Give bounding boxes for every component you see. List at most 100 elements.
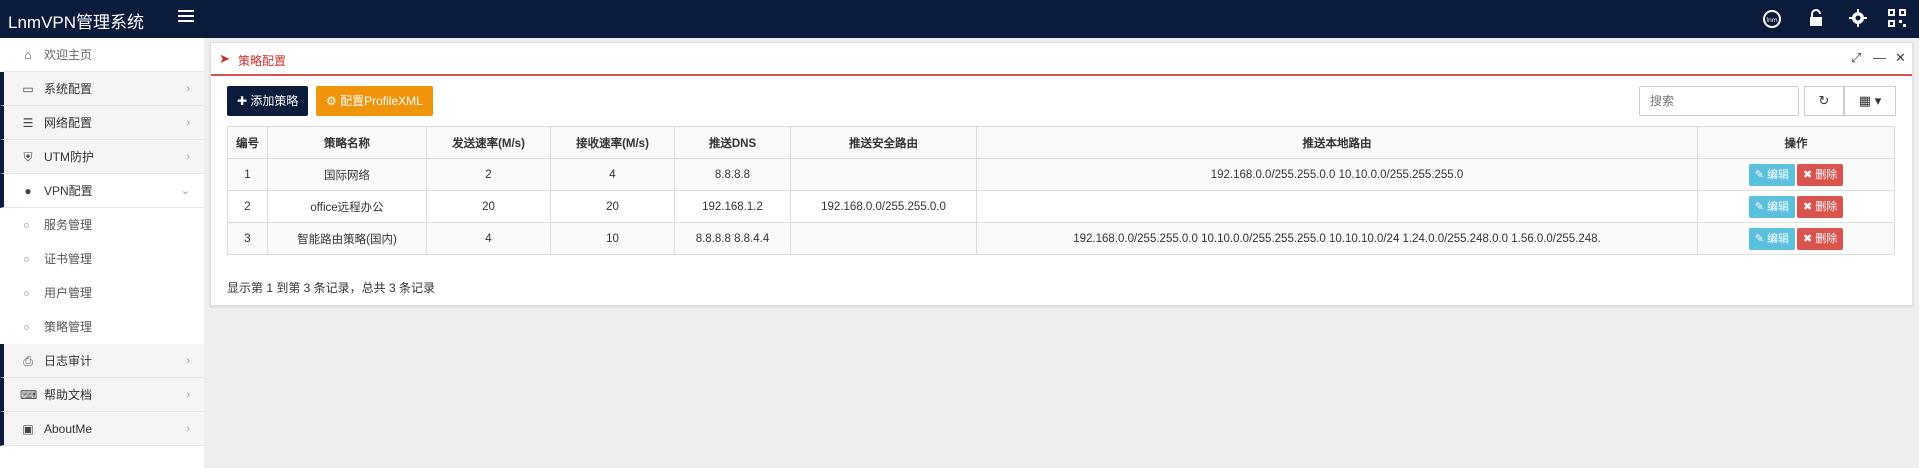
server-icon: ☰ bbox=[22, 116, 34, 130]
profile-xml-button[interactable]: ⚙ 配置ProfileXML bbox=[316, 86, 433, 116]
gear-icon[interactable] bbox=[1849, 9, 1867, 32]
search-input[interactable] bbox=[1639, 86, 1799, 116]
app-brand[interactable]: LnmVPN管理系统 bbox=[8, 8, 144, 33]
refresh-button[interactable]: ↻ bbox=[1804, 86, 1844, 116]
minimize-icon[interactable]: — bbox=[1873, 50, 1886, 65]
grid-icon: ▦ bbox=[1858, 93, 1872, 108]
columns-button[interactable]: ▦ ▾ bbox=[1844, 86, 1896, 116]
delete-button[interactable]: ✖ 删除 bbox=[1797, 227, 1844, 250]
cell-dns: 8.8.8.8 8.8.4.4 bbox=[674, 222, 791, 255]
pagination-summary: 显示第 1 到第 3 条记录，总共 3 条记录 bbox=[227, 281, 436, 295]
cell-send-rate: 20 bbox=[426, 190, 551, 223]
sidebar-item-log[interactable]: ⎙ 日志审计 › bbox=[0, 344, 204, 378]
cell-local-route: 192.168.0.0/255.255.0.0 10.10.0.0/255.25… bbox=[976, 222, 1698, 255]
close-icon: ✖ bbox=[1803, 168, 1813, 181]
sidebar-item-label: VPN配置 bbox=[44, 184, 93, 198]
chevron-right-icon: › bbox=[186, 117, 190, 129]
menu-icon[interactable] bbox=[178, 10, 194, 24]
cell-actions: ✎ 编辑 ✖ 删除 bbox=[1697, 222, 1895, 255]
sidebar-item-home[interactable]: ⌂ 欢迎主页 bbox=[0, 38, 204, 72]
edit-button[interactable]: ✎ 编辑 bbox=[1748, 163, 1795, 186]
edit-button[interactable]: ✎ 编辑 bbox=[1748, 227, 1795, 250]
sidebar-subitem-user[interactable]: 用户管理 bbox=[0, 276, 204, 310]
edit-label: 编辑 bbox=[1767, 168, 1789, 181]
sidebar-subitem-cert[interactable]: 证书管理 bbox=[0, 242, 204, 276]
panel-header: ➤ 策略配置 ⤢ — ✕ bbox=[211, 43, 1912, 76]
chevron-right-icon: › bbox=[186, 389, 190, 401]
shield-icon: ⛨ bbox=[23, 150, 33, 164]
globe-icon: ● bbox=[24, 184, 32, 198]
cell-actions: ✎ 编辑 ✖ 删除 bbox=[1697, 158, 1895, 191]
lock-icon[interactable] bbox=[1808, 9, 1824, 32]
column-header[interactable]: 推送DNS bbox=[674, 126, 791, 159]
edit-label: 编辑 bbox=[1767, 200, 1789, 213]
cell-dns: 192.168.1.2 bbox=[674, 190, 791, 223]
caret-down-icon: ▾ bbox=[1874, 93, 1882, 108]
close-icon: ✖ bbox=[1803, 232, 1813, 245]
svg-text:lnm: lnm bbox=[1766, 17, 1777, 24]
bullet-icon bbox=[24, 257, 29, 262]
sidebar-item-about[interactable]: ▣ AboutMe › bbox=[0, 412, 204, 446]
column-header[interactable]: 发送速率(M/s) bbox=[426, 126, 551, 159]
chevron-down-icon: ⌄ bbox=[180, 185, 190, 197]
table-header-row: 编号 策略名称 发送速率(M/s) 接收速率(M/s) 推送DNS 推送安全路由… bbox=[227, 126, 1895, 159]
sidebar-item-help[interactable]: ⌨ 帮助文档 › bbox=[0, 378, 204, 412]
cell-recv-rate: 10 bbox=[550, 222, 675, 255]
column-header[interactable]: 推送本地路由 bbox=[976, 126, 1698, 159]
close-icon[interactable]: ✕ bbox=[1895, 50, 1906, 66]
column-header[interactable]: 编号 bbox=[227, 126, 268, 159]
add-policy-label: 添加策略 bbox=[250, 94, 299, 108]
delete-button[interactable]: ✖ 删除 bbox=[1797, 195, 1844, 218]
add-policy-button[interactable]: ✚ 添加策略 bbox=[227, 86, 309, 116]
edit-icon: ✎ bbox=[1754, 200, 1764, 213]
top-bar: LnmVPN管理系统 lnm bbox=[0, 0, 1919, 38]
table-row: 1 国际网络 2 4 8.8.8.8 192.168.0.0/255.255.0… bbox=[227, 158, 1895, 191]
sidebar-item-vpn[interactable]: ● VPN配置 ⌄ bbox=[0, 174, 204, 208]
delete-button[interactable]: ✖ 删除 bbox=[1797, 163, 1844, 186]
sidebar-item-label: 帮助文档 bbox=[44, 388, 93, 402]
cell-id: 3 bbox=[227, 222, 268, 255]
chevron-right-icon: › bbox=[186, 151, 190, 163]
cell-id: 1 bbox=[227, 158, 268, 191]
sidebar-item-label: AboutMe bbox=[44, 422, 93, 436]
cell-local-route bbox=[976, 190, 1698, 223]
home-icon: ⌂ bbox=[24, 48, 32, 62]
bullet-icon bbox=[24, 325, 29, 330]
column-header[interactable]: 接收速率(M/s) bbox=[550, 126, 675, 159]
tags-icon: ➤ bbox=[219, 51, 230, 66]
cell-secure-route bbox=[790, 158, 977, 191]
edit-button[interactable]: ✎ 编辑 bbox=[1748, 195, 1795, 218]
profile-xml-label: 配置ProfileXML bbox=[340, 94, 423, 108]
cell-send-rate: 4 bbox=[426, 222, 551, 255]
cell-local-route: 192.168.0.0/255.255.0.0 10.10.0.0/255.25… bbox=[976, 158, 1698, 191]
sidebar-item-label: 欢迎主页 bbox=[44, 48, 93, 62]
column-header[interactable]: 策略名称 bbox=[267, 126, 427, 159]
print-icon: ⎙ bbox=[23, 354, 33, 368]
sidebar-item-label: 系统配置 bbox=[44, 82, 93, 96]
sidebar-item-label: UTM防护 bbox=[44, 150, 94, 164]
cell-send-rate: 2 bbox=[426, 158, 551, 191]
plus-icon: ✚ bbox=[237, 94, 248, 108]
cell-secure-route: 192.168.0.0/255.255.0.0 bbox=[790, 190, 977, 223]
sidebar-subitem-policy[interactable]: 策略管理 bbox=[0, 310, 204, 344]
cell-recv-rate: 4 bbox=[550, 158, 675, 191]
sidebar-item-label: 网络配置 bbox=[44, 116, 93, 130]
logo-icon[interactable]: lnm bbox=[1762, 9, 1782, 34]
sidebar-subitem-label: 用户管理 bbox=[44, 286, 93, 300]
cell-name: office远程办公 bbox=[267, 190, 427, 223]
cell-secure-route bbox=[790, 222, 977, 255]
table-row: 2 office远程办公 20 20 192.168.1.2 192.168.0… bbox=[227, 190, 1895, 223]
column-header[interactable]: 推送安全路由 bbox=[790, 126, 977, 159]
sidebar-item-utm[interactable]: ⛨ UTM防护 › bbox=[0, 140, 204, 174]
edit-icon: ✎ bbox=[1754, 168, 1764, 181]
keyboard-icon: ⌨ bbox=[20, 388, 38, 402]
chevron-right-icon: › bbox=[186, 355, 190, 367]
sidebar-subitem-service[interactable]: 服务管理 bbox=[0, 208, 204, 242]
policy-panel: ➤ 策略配置 ⤢ — ✕ ✚ 添加策略 ⚙ 配置ProfileXML ↻ ▦ ▾… bbox=[210, 42, 1913, 306]
sidebar-item-system[interactable]: ▭ 系统配置 › bbox=[0, 72, 204, 106]
monitor-icon: ▭ bbox=[22, 82, 34, 96]
expand-icon[interactable]: ⤢ bbox=[1851, 50, 1861, 66]
qrcode-icon[interactable] bbox=[1888, 9, 1906, 32]
column-header[interactable]: 操作 bbox=[1697, 126, 1895, 159]
sidebar-item-network[interactable]: ☰ 网络配置 › bbox=[0, 106, 204, 140]
